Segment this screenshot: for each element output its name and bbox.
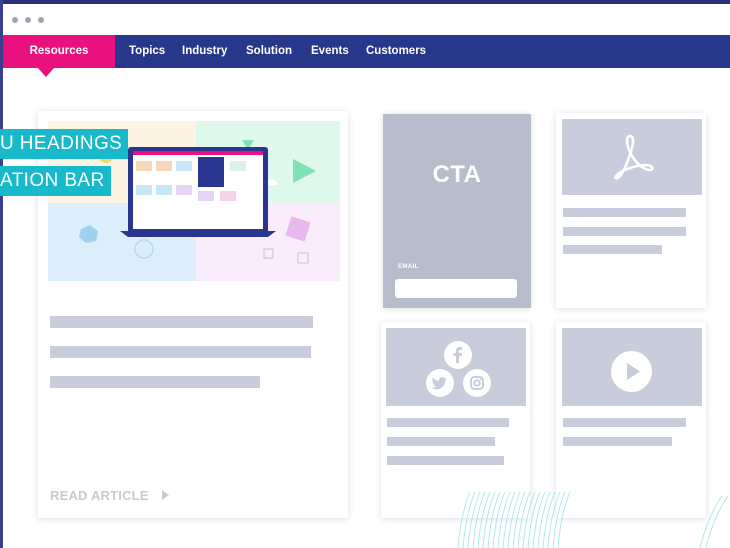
text-placeholder-line [563, 245, 662, 254]
decorative-lines [457, 491, 729, 548]
pdf-icon [614, 134, 654, 180]
text-placeholder-line [50, 316, 313, 328]
play-icon[interactable] [611, 351, 652, 392]
nav-item-customers[interactable]: Customers [366, 35, 426, 68]
text-placeholder-line [387, 437, 495, 446]
twitter-icon[interactable] [426, 369, 454, 397]
text-placeholder-line [50, 376, 260, 388]
nav-item-topics[interactable]: Topics [129, 35, 165, 68]
text-placeholder-line [563, 437, 672, 446]
window-dot-icon[interactable] [12, 17, 18, 23]
cta-title: CTA [432, 161, 482, 188]
cta-card[interactable]: CTA EMAIL [383, 114, 531, 308]
text-placeholder-line [563, 208, 686, 217]
instagram-icon[interactable] [463, 369, 491, 397]
left-border [0, 0, 3, 548]
active-nav-indicator [38, 68, 54, 77]
email-label: EMAIL [398, 264, 419, 270]
text-placeholder-line [563, 227, 686, 236]
nav-item-events[interactable]: Events [311, 35, 349, 68]
window-dot-icon[interactable] [25, 17, 31, 23]
window-dot-icon[interactable] [38, 17, 44, 23]
facebook-icon[interactable] [444, 341, 472, 369]
email-field[interactable] [395, 279, 517, 298]
text-placeholder-line [50, 346, 311, 358]
nav-item-industry[interactable]: Industry [182, 35, 227, 68]
browser-frame: Resources Topics Industry Solution Event… [0, 0, 730, 548]
nav-item-resources[interactable]: Resources [3, 35, 115, 68]
window-titlebar [3, 4, 730, 35]
callout-menu-headings: U HEADINGS [0, 129, 129, 159]
read-article-link[interactable]: READ ARTICLE [50, 488, 149, 503]
navigation-bar: Resources Topics Industry Solution Event… [3, 35, 730, 68]
text-placeholder-line [563, 418, 686, 427]
arrow-right-icon [162, 490, 169, 500]
text-placeholder-line [387, 418, 509, 427]
text-placeholder-line [387, 456, 504, 465]
nav-item-solution[interactable]: Solution [246, 35, 292, 68]
callout-navigation-bar: ATION BAR [0, 166, 111, 196]
